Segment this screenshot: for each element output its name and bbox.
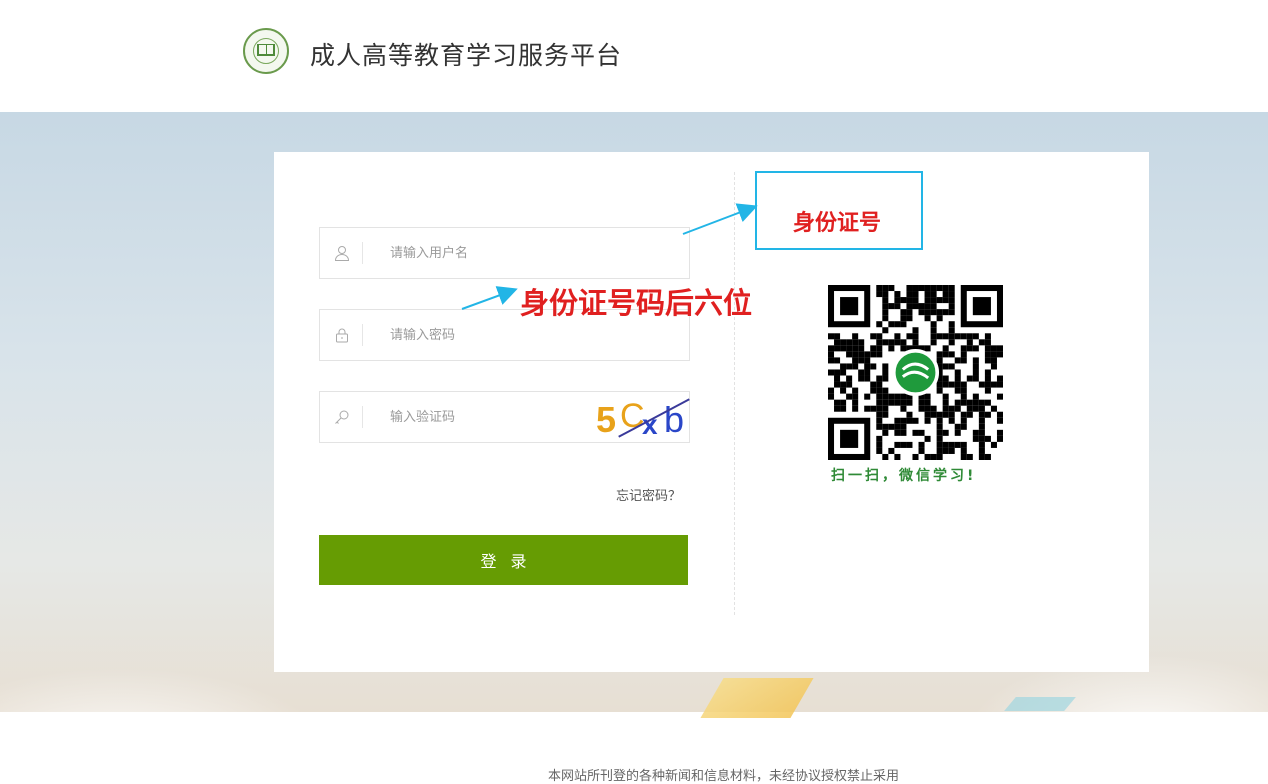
login-card: 5 C x b 忘记密码？ 登录 身份证号 身份证号码后六位 扫一扫，微信学习! xyxy=(274,152,1149,672)
school-seal-logo xyxy=(243,28,289,74)
captcha-field[interactable]: 5 C x b xyxy=(319,391,690,443)
annotation-password-hint: 身份证号码后六位 xyxy=(520,286,753,320)
key-icon xyxy=(335,410,349,424)
footer-notice: 本网站所刊登的各种新闻和信息材料，未经协议授权禁止采用 xyxy=(548,769,900,784)
qr-caption: 扫一扫，微信学习! xyxy=(831,468,977,484)
annotation-id-label: 身份证号 xyxy=(793,210,882,236)
username-input[interactable] xyxy=(390,242,590,264)
login-button[interactable]: 登录 xyxy=(319,535,688,585)
header: 成人高等教育学习服务平台 xyxy=(0,0,1268,112)
arrow-to-id-box xyxy=(682,203,758,235)
user-icon xyxy=(334,246,350,261)
captcha-input[interactable] xyxy=(390,406,590,428)
arrow-to-password xyxy=(461,286,518,310)
forgot-password-link[interactable]: 忘记密码？ xyxy=(616,485,681,504)
captcha-image[interactable]: 5 C x b xyxy=(596,395,690,441)
divider xyxy=(734,172,735,615)
password-input[interactable] xyxy=(390,324,590,346)
qr-code xyxy=(828,285,1003,460)
username-field[interactable] xyxy=(319,227,690,279)
captcha-char: x xyxy=(642,409,658,440)
captcha-char: 5 xyxy=(596,399,617,440)
lock-icon xyxy=(336,328,348,343)
site-title: 成人高等教育学习服务平台 xyxy=(310,41,623,70)
